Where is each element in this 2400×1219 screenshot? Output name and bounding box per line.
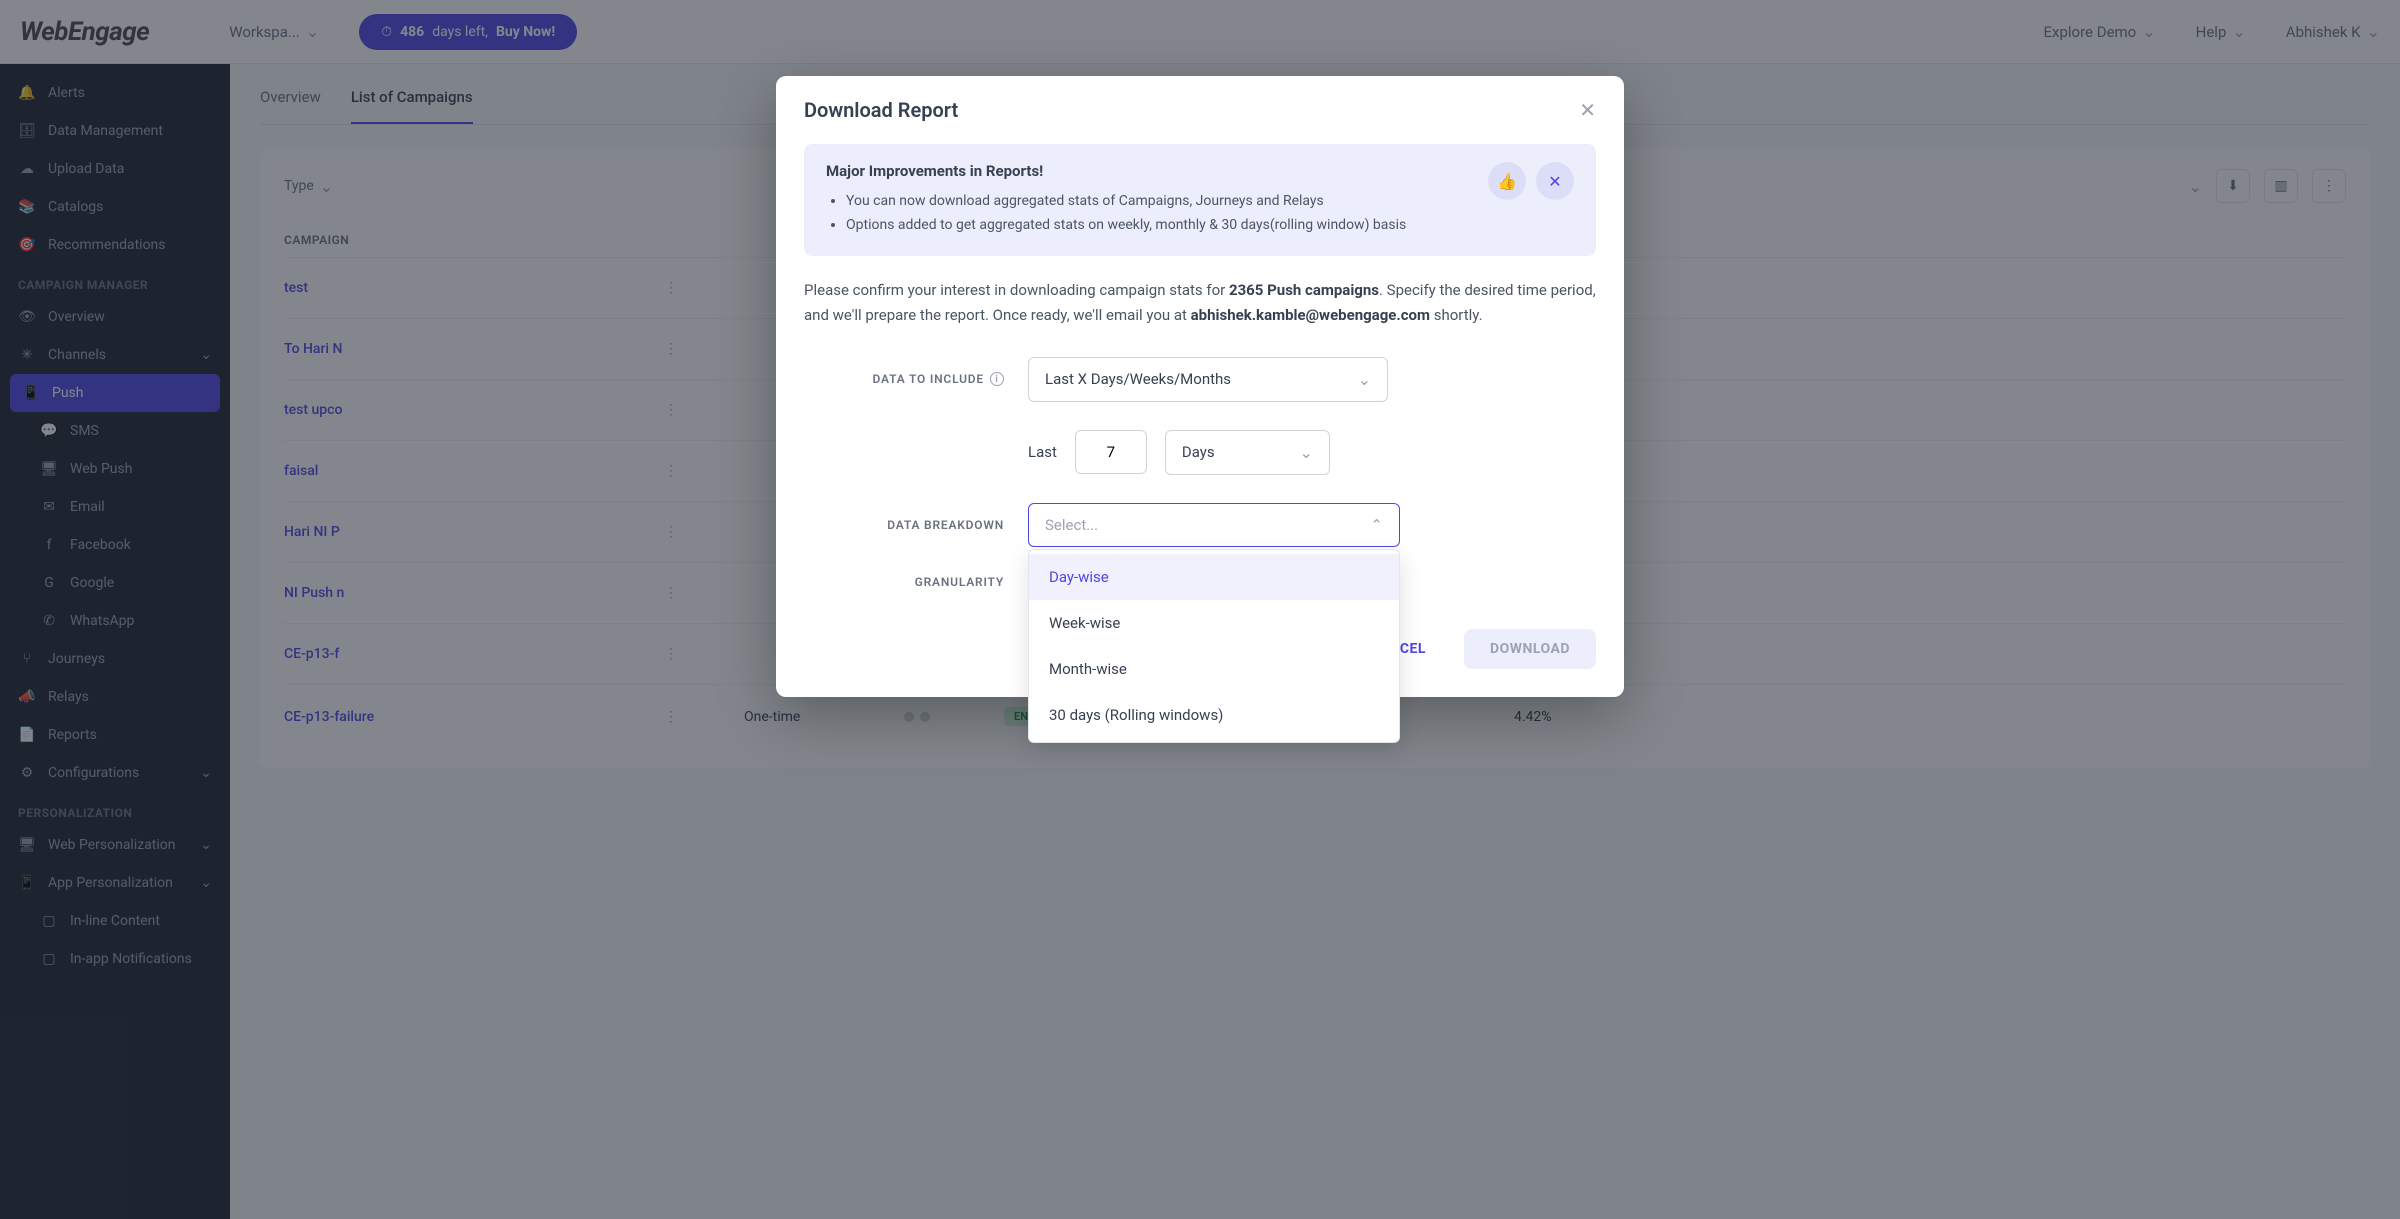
breakdown-option-week-wise[interactable]: Week-wise	[1029, 600, 1399, 646]
last-unit-select[interactable]: Days	[1165, 430, 1330, 475]
breakdown-option-month-wise[interactable]: Month-wise	[1029, 646, 1399, 692]
last-number-input[interactable]	[1075, 430, 1147, 474]
info-icon[interactable]: i	[990, 372, 1004, 386]
data-include-value: Last X Days/Weeks/Months	[1045, 370, 1231, 388]
data-include-select[interactable]: Last X Days/Weeks/Months	[1028, 357, 1388, 402]
modal-title: Download Report	[804, 98, 958, 122]
banner-bullet: Options added to get aggregated stats on…	[846, 214, 1406, 238]
data-breakdown-label: DATA BREAKDOWN	[887, 518, 1004, 532]
banner-bullet: You can now download aggregated stats of…	[846, 190, 1406, 214]
chevron-down-icon	[1299, 443, 1312, 462]
confirm-campaign-count: 2365 Push campaigns	[1229, 281, 1379, 299]
modal-close-button[interactable]: ✕	[1579, 98, 1596, 122]
chevron-down-icon	[1358, 370, 1371, 389]
download-report-modal: Download Report ✕ Major Improvements in …	[776, 76, 1624, 697]
confirm-pre: Please confirm your interest in download…	[804, 281, 1229, 299]
last-unit-value: Days	[1182, 443, 1215, 461]
confirm-email: abhishek.kamble@webengage.com	[1191, 306, 1430, 324]
dismiss-banner-button[interactable]: ✕	[1536, 162, 1574, 200]
last-label: Last	[1028, 443, 1057, 461]
thumbs-up-button[interactable]: 👍	[1488, 162, 1526, 200]
granularity-label: GRANULARITY	[915, 575, 1004, 589]
confirm-post: shortly.	[1430, 306, 1483, 324]
chevron-up-icon: ⌃	[1370, 516, 1383, 534]
breakdown-dropdown-menu: Day-wise Week-wise Month-wise 30 days (R…	[1028, 549, 1400, 743]
data-breakdown-placeholder: Select...	[1045, 516, 1098, 534]
breakdown-option-rolling[interactable]: 30 days (Rolling windows)	[1029, 692, 1399, 738]
info-banner: Major Improvements in Reports! You can n…	[804, 144, 1596, 256]
data-include-label: DATA TO INCLUDE	[873, 372, 984, 386]
modal-overlay: Download Report ✕ Major Improvements in …	[0, 0, 2400, 1219]
data-breakdown-select[interactable]: Select... ⌃	[1028, 503, 1400, 547]
breakdown-option-day-wise[interactable]: Day-wise	[1029, 554, 1399, 600]
confirm-text: Please confirm your interest in download…	[804, 278, 1596, 329]
banner-title: Major Improvements in Reports!	[826, 162, 1406, 180]
download-button[interactable]: DOWNLOAD	[1464, 629, 1596, 669]
